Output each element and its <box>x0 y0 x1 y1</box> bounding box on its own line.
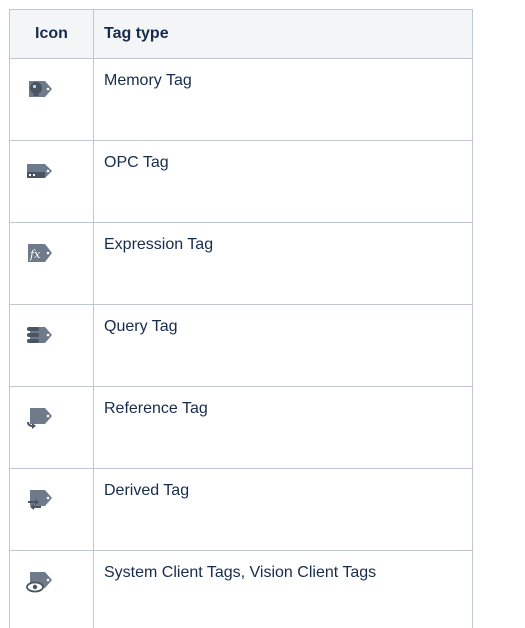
reference-tag-icon <box>24 404 54 430</box>
icon-column-header: Icon <box>10 10 94 59</box>
tag-type-cell: Memory Tag <box>94 59 473 141</box>
tag-type-cell: Reference Tag <box>94 387 473 469</box>
tag-type-column-header: Tag type <box>94 10 473 59</box>
table-row: Query Tag <box>10 305 473 387</box>
tag-type-cell: Derived Tag <box>94 469 473 551</box>
table-header-row: Icon Tag type <box>10 10 473 59</box>
tag-type-cell: System Client Tags, Vision Client Tags <box>94 551 473 628</box>
tag-type-cell: Query Tag <box>94 305 473 387</box>
icon-cell <box>10 551 94 628</box>
icon-cell: fx <box>10 223 94 305</box>
table-row: OPC Tag <box>10 141 473 223</box>
tag-types-table: Icon Tag type Memory Tag <box>9 9 473 628</box>
icon-cell <box>10 141 94 223</box>
table-row: Memory Tag <box>10 59 473 141</box>
icon-cell <box>10 387 94 469</box>
expression-tag-icon: fx <box>24 240 54 266</box>
memory-tag-icon <box>24 76 54 102</box>
tag-type-cell: Expression Tag <box>94 223 473 305</box>
icon-cell <box>10 59 94 141</box>
client-tag-icon <box>24 568 54 594</box>
svg-text:fx: fx <box>29 248 41 261</box>
icon-cell <box>10 305 94 387</box>
table-row: Derived Tag <box>10 469 473 551</box>
table-row: Reference Tag <box>10 387 473 469</box>
derived-tag-icon <box>24 486 54 512</box>
icon-cell <box>10 469 94 551</box>
opc-tag-icon <box>24 158 54 184</box>
tag-type-cell: OPC Tag <box>94 141 473 223</box>
table-row: System Client Tags, Vision Client Tags <box>10 551 473 628</box>
table-row: fx Expression Tag <box>10 223 473 305</box>
query-tag-icon <box>24 322 54 348</box>
